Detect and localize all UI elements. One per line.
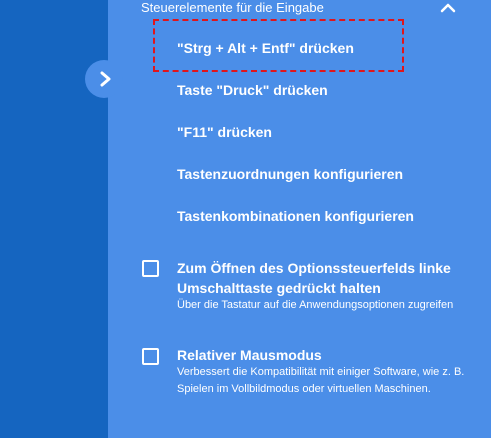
menu-item-print-key[interactable]: Taste "Druck" drücken xyxy=(177,82,328,98)
relative-mouse-checkbox[interactable] xyxy=(142,348,159,365)
section-header: Steuerelemente für die Eingabe xyxy=(141,0,324,15)
relative-mouse-title: Relativer Mausmodus xyxy=(177,347,322,363)
chevron-right-icon xyxy=(100,71,111,87)
options-panel-checkbox[interactable] xyxy=(142,260,159,277)
menu-item-key-combinations[interactable]: Tastenkombinationen konfigurieren xyxy=(177,208,414,224)
panel-toggle-button[interactable] xyxy=(85,60,123,98)
relative-mouse-description: Verbessert die Kompatibilität mit einige… xyxy=(177,366,465,395)
menu-item-f11[interactable]: "F11" drücken xyxy=(177,124,272,140)
menu-item-ctrl-alt-del[interactable]: "Strg + Alt + Entf" drücken xyxy=(177,40,354,56)
menu-item-key-mappings[interactable]: Tastenzuordnungen konfigurieren xyxy=(177,166,403,182)
options-panel-title: Zum Öffnen des Optionssteuerfelds linke … xyxy=(177,260,451,296)
chevron-up-icon[interactable] xyxy=(439,0,457,14)
options-panel-description: Über die Tastatur auf die Anwendungsopti… xyxy=(177,299,454,311)
